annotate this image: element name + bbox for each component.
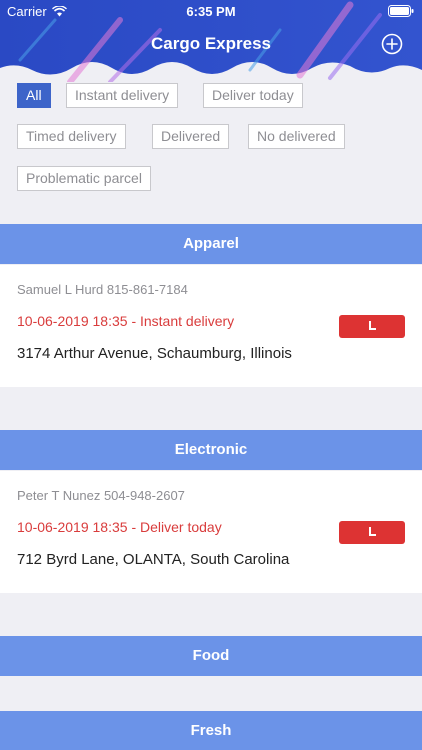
filter-timed-delivery[interactable]: Timed delivery: [17, 124, 126, 149]
list-item[interactable]: Peter T Nunez 504-948-2607 10-06-2019 18…: [0, 471, 422, 593]
add-circle-icon[interactable]: [381, 33, 403, 55]
filter-no-delivered[interactable]: No delivered: [248, 124, 345, 149]
list-item[interactable]: Samuel L Hurd 815-861-7184 10-06-2019 18…: [0, 265, 422, 387]
delivery-datetime: 10-06-2019 18:35: [17, 519, 128, 535]
delivery-meta: 10-06-2019 18:35 - Deliver today: [17, 519, 222, 535]
section-header-apparel[interactable]: Apparel: [0, 224, 422, 264]
filter-instant-delivery[interactable]: Instant delivery: [66, 83, 179, 108]
battery-icon: [388, 5, 414, 17]
delivery-address: 3174 Arthur Avenue, Schaumburg, Illinois: [17, 345, 292, 362]
delivery-type: - Deliver today: [131, 519, 222, 535]
filter-delivered[interactable]: Delivered: [152, 124, 230, 149]
delivery-type: - Instant delivery: [131, 313, 235, 329]
sender-info: Peter T Nunez 504-948-2607: [17, 488, 185, 503]
filter-deliver-today[interactable]: Deliver today: [203, 83, 303, 108]
filter-all[interactable]: All: [17, 83, 51, 108]
filter-problematic-parcel[interactable]: Problematic parcel: [17, 166, 151, 191]
app-header: Carrier 6:35 PM Cargo Express: [0, 0, 422, 82]
tag-icon[interactable]: [339, 315, 405, 338]
status-bar: Carrier 6:35 PM: [0, 0, 422, 22]
tag-icon[interactable]: [339, 521, 405, 544]
section-header-fresh[interactable]: Fresh: [0, 711, 422, 750]
page-title: Cargo Express: [151, 34, 271, 53]
sender-info: Samuel L Hurd 815-861-7184: [17, 282, 188, 297]
section-header-food[interactable]: Food: [0, 636, 422, 676]
status-time: 6:35 PM: [186, 4, 236, 19]
delivery-meta: 10-06-2019 18:35 - Instant delivery: [17, 313, 234, 329]
delivery-datetime: 10-06-2019 18:35: [17, 313, 128, 329]
section-header-electronic[interactable]: Electronic: [0, 430, 422, 470]
delivery-address: 712 Byrd Lane, OLANTA, South Carolina: [17, 551, 290, 568]
